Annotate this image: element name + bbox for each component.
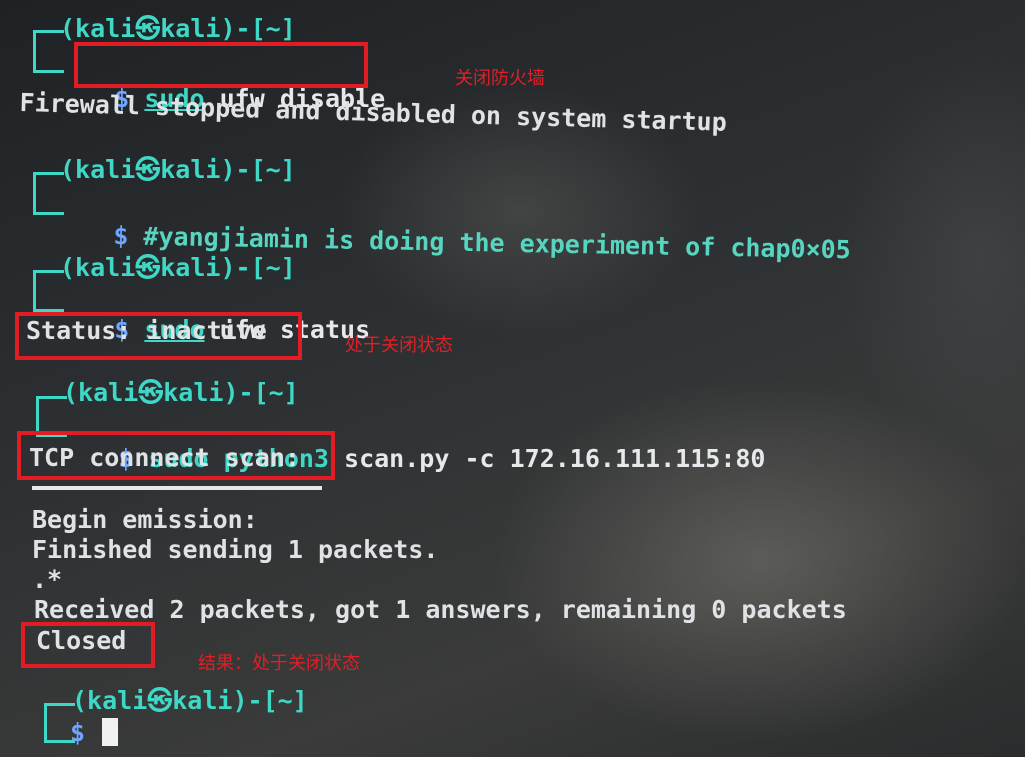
output-line: Begin emission:: [32, 505, 258, 534]
output-line: Received 2 packets, got 1 answers, remai…: [34, 595, 847, 624]
highlight-box: [74, 42, 368, 88]
prompt-symbol: $: [70, 718, 86, 747]
output-divider: [32, 486, 322, 490]
highlight-box: [17, 431, 335, 480]
annotation-status-off: 处于关闭状态: [345, 335, 453, 356]
prompt-user: (kali㉿kali)-[~]: [60, 14, 296, 43]
output-line: Finished sending 1 packets.: [32, 535, 439, 564]
command-script: scan.py: [344, 444, 450, 473]
prompt-symbol: $: [113, 221, 129, 251]
terminal-photo: (kali㉿kali)-[~] $ sudo ufw disable 关闭防火墙…: [0, 0, 1025, 757]
highlight-box: [15, 312, 302, 360]
highlight-box: [21, 622, 155, 668]
terminal-cursor[interactable]: [102, 718, 118, 746]
output-line: .*: [32, 565, 63, 594]
prompt-user: (kali㉿kali)-[~]: [60, 155, 296, 184]
command-args: -c 172.16.111.115:80: [449, 444, 766, 473]
prompt-user: (kali㉿kali)-[~]: [63, 378, 299, 407]
annotation-result: 结果：处于关闭状态: [198, 653, 360, 674]
prompt-user: (kali㉿kali)-[~]: [72, 686, 308, 715]
prompt-user: (kali㉿kali)-[~]: [60, 253, 296, 282]
annotation-firewall-off: 关闭防火墙: [455, 68, 545, 89]
